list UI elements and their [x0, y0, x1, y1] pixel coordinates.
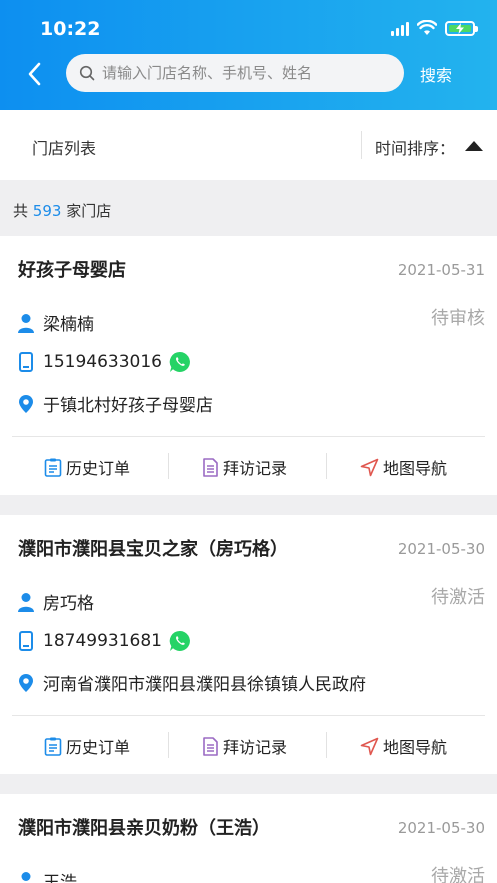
contact-row: 房巧格	[16, 589, 94, 614]
status-time: 10:22	[40, 18, 101, 40]
address-row: 于镇北村好孩子母婴店	[16, 391, 213, 416]
search-box[interactable]	[66, 54, 404, 92]
nav-bar: 搜索	[0, 54, 497, 94]
action-divider	[326, 732, 327, 758]
time-sort-label: 时间排序：	[375, 139, 456, 158]
phone-row: 15194633016	[16, 351, 191, 373]
store-name: 濮阳市濮阳县宝贝之家（房巧格）	[18, 539, 288, 560]
battery-icon	[445, 20, 478, 36]
filter-bar: 门店列表 时间排序：	[0, 110, 497, 180]
store-status: 待激活	[431, 866, 485, 883]
history-orders-button[interactable]: 历史订单	[44, 734, 130, 758]
card-actions: 历史订单 拜访记录 地图导航	[0, 716, 497, 774]
store-status: 待激活	[431, 587, 485, 608]
visit-records-button[interactable]: 拜访记录	[202, 734, 287, 758]
search-input[interactable]	[102, 64, 404, 82]
location-pin-icon	[19, 673, 33, 692]
document-icon	[203, 736, 218, 756]
store-date: 2021-05-31	[397, 261, 485, 279]
store-count: 共 593 家门店	[0, 180, 497, 236]
store-card[interactable]: 好孩子母婴店 2021-05-31 待审核 梁楠楠 15194633016 于镇…	[0, 236, 497, 495]
order-list-icon	[44, 458, 62, 477]
phone-icon	[19, 352, 33, 372]
store-count-suffix: 家门店	[66, 202, 112, 220]
person-icon	[18, 592, 34, 612]
map-navigation-button[interactable]: 地图导航	[360, 455, 447, 479]
navigation-arrow-icon	[360, 737, 379, 755]
cellular-signal-icon	[391, 20, 409, 36]
store-card[interactable]: 濮阳市濮阳县宝贝之家（房巧格） 2021-05-30 待激活 房巧格 18749…	[0, 515, 497, 774]
contact-name: 房巧格	[43, 594, 94, 614]
map-navigation-button[interactable]: 地图导航	[360, 734, 447, 758]
visit-records-label: 拜访记录	[223, 459, 288, 478]
person-icon	[21, 871, 31, 881]
history-orders-label: 历史订单	[66, 459, 131, 478]
person-icon	[18, 313, 34, 333]
action-divider	[168, 732, 169, 758]
phone-icon	[19, 631, 33, 651]
order-list-icon	[44, 737, 62, 756]
search-button[interactable]: 搜索	[420, 62, 452, 86]
store-count-number: 593	[32, 202, 62, 220]
whatsapp-icon[interactable]	[169, 351, 191, 373]
app-header: 10:22 搜索	[0, 0, 497, 110]
store-name: 濮阳市濮阳县亲贝奶粉（王浩）	[18, 818, 270, 839]
store-address: 于镇北村好孩子母婴店	[43, 396, 213, 416]
phone-row: 18749931681	[16, 630, 191, 652]
contact-row: 王浩	[16, 868, 77, 883]
contact-name: 梁楠楠	[43, 315, 94, 335]
contact-row: 梁楠楠	[16, 310, 94, 335]
time-sort-toggle[interactable]: 时间排序：	[375, 135, 484, 159]
contact-name: 王浩	[43, 873, 77, 883]
status-bar: 10:22	[0, 0, 497, 54]
store-address: 河南省濮阳市濮阳县濮阳县徐镇镇人民政府	[43, 675, 366, 695]
status-icons	[391, 20, 478, 36]
store-count-prefix: 共	[13, 202, 29, 220]
visit-records-label: 拜访记录	[223, 738, 288, 757]
action-divider	[326, 453, 327, 479]
wifi-icon	[417, 20, 437, 35]
visit-records-button[interactable]: 拜访记录	[202, 455, 287, 479]
phone-number[interactable]: 18749931681	[43, 631, 162, 651]
store-name: 好孩子母婴店	[18, 260, 126, 281]
store-date: 2021-05-30	[397, 819, 485, 837]
address-row: 河南省濮阳市濮阳县濮阳县徐镇镇人民政府	[16, 670, 366, 695]
search-icon	[79, 65, 95, 81]
store-date: 2021-05-30	[397, 540, 485, 558]
whatsapp-icon[interactable]	[169, 630, 191, 652]
navigation-arrow-icon	[360, 458, 379, 476]
action-divider	[168, 453, 169, 479]
history-orders-label: 历史订单	[66, 738, 131, 757]
store-list-title: 门店列表	[32, 139, 97, 158]
location-pin-icon	[19, 394, 33, 413]
store-status: 待审核	[431, 308, 485, 329]
filter-divider	[361, 131, 362, 159]
sort-ascending-icon	[465, 140, 484, 151]
history-orders-button[interactable]: 历史订单	[44, 455, 130, 479]
map-navigation-label: 地图导航	[383, 459, 448, 478]
phone-number[interactable]: 15194633016	[43, 352, 162, 372]
back-arrow-icon[interactable]	[22, 60, 50, 88]
document-icon	[203, 457, 218, 477]
store-card[interactable]: 濮阳市濮阳县亲贝奶粉（王浩） 2021-05-30 待激活 王浩	[0, 794, 497, 883]
card-actions: 历史订单 拜访记录 地图导航	[0, 437, 497, 495]
map-navigation-label: 地图导航	[383, 738, 448, 757]
